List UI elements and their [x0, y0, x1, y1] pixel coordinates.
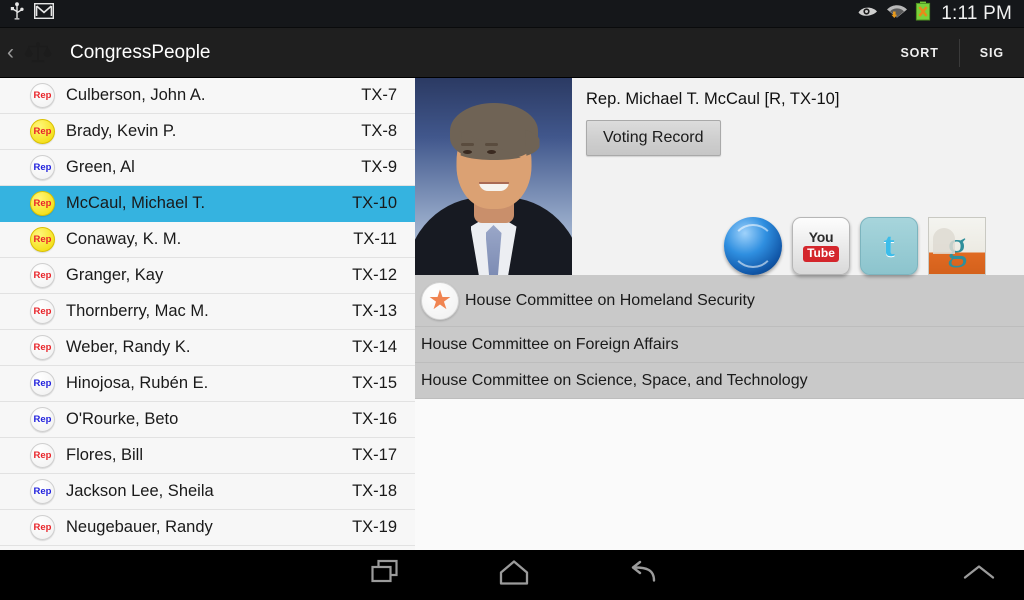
party-chamber-badge: Rep [30, 407, 55, 432]
scales-of-justice-icon[interactable] [19, 34, 57, 72]
member-name: O'Rourke, Beto [66, 410, 179, 428]
website-globe-icon[interactable] [724, 217, 782, 275]
member-district: TX-16 [352, 410, 397, 428]
member-name: Culberson, John A. [66, 86, 206, 104]
voting-record-button[interactable]: Voting Record [586, 120, 721, 156]
android-screen: 1:11 PM ‹ CongressPeople SORT SIG Rep Cu… [0, 0, 1024, 600]
list-item[interactable]: Rep Hinojosa, Rubén E. TX-15 [0, 366, 415, 402]
action-bar: ‹ CongressPeople SORT SIG [0, 28, 1024, 78]
member-name: Green, Al [66, 158, 135, 176]
committee-name: House Committee on Homeland Security [465, 291, 755, 309]
list-item[interactable]: Rep Green, Al TX-9 [0, 150, 415, 186]
detail-info: Rep. Michael T. McCaul [R, TX-10] Voting… [572, 78, 1024, 275]
member-district: TX-17 [352, 446, 397, 464]
member-district: TX-9 [361, 158, 397, 176]
back-icon[interactable] [628, 560, 658, 591]
member-district: TX-10 [352, 194, 397, 212]
portrait-photo [415, 78, 572, 275]
eye-icon [857, 4, 879, 23]
system-navigation-bar [0, 550, 1024, 600]
list-item[interactable]: Rep Neugebauer, Randy TX-19 [0, 510, 415, 546]
detail-pane: Rep. Michael T. McCaul [R, TX-10] Voting… [415, 78, 1024, 550]
member-district: TX-14 [352, 338, 397, 356]
member-district: TX-19 [352, 518, 397, 536]
party-chamber-badge: Rep [30, 119, 55, 144]
external-links: You Tube t g [724, 217, 986, 275]
action-bar-actions: SORT SIG [880, 28, 1024, 77]
member-district: TX-8 [361, 122, 397, 140]
member-district: TX-12 [352, 266, 397, 284]
member-district: TX-18 [352, 482, 397, 500]
member-name: Hinojosa, Rubén E. [66, 374, 209, 392]
member-name: McCaul, Michael T. [66, 194, 206, 212]
list-item[interactable]: Rep Granger, Kay TX-12 [0, 258, 415, 294]
content-area: Rep Culberson, John A. TX-7 Rep Brady, Kevin… [0, 78, 1024, 550]
party-chamber-badge: Rep [30, 371, 55, 396]
youtube-icon[interactable]: You Tube [792, 217, 850, 275]
party-chamber-badge: Rep [30, 479, 55, 504]
committee-item[interactable]: House Committee on Science, Space, and T… [415, 363, 1024, 399]
member-name: Jackson Lee, Sheila [66, 482, 214, 500]
committee-name: House Committee on Science, Space, and T… [421, 371, 808, 389]
committee-item[interactable]: ★ House Committee on Homeland Security [415, 275, 1024, 327]
detail-header: Rep. Michael T. McCaul [R, TX-10] Voting… [415, 78, 1024, 275]
expand-chevron-up-icon[interactable] [962, 563, 996, 588]
committee-name: House Committee on Foreign Affairs [421, 335, 679, 353]
wifi-download-icon [886, 2, 908, 25]
party-chamber-badge: Rep [30, 155, 55, 180]
member-district: TX-11 [353, 230, 397, 248]
member-name: Conaway, K. M. [66, 230, 182, 248]
member-name: Granger, Kay [66, 266, 164, 284]
up-caret-icon[interactable]: ‹ [0, 42, 19, 63]
member-name: Neugebauer, Randy [66, 518, 213, 536]
party-chamber-badge: Rep [30, 83, 55, 108]
party-chamber-badge: Rep [30, 263, 55, 288]
list-item[interactable]: Rep McCaul, Michael T. TX-10 [0, 186, 415, 222]
member-district: TX-15 [352, 374, 397, 392]
party-chamber-badge: Rep [30, 335, 55, 360]
youtube-label-bottom: Tube [803, 246, 839, 262]
party-chamber-badge: Rep [30, 515, 55, 540]
member-district: TX-13 [352, 302, 397, 320]
list-item[interactable]: Rep Weber, Randy K. TX-14 [0, 330, 415, 366]
status-bar-system[interactable]: 1:11 PM [857, 1, 1024, 26]
party-chamber-badge: Rep [30, 227, 55, 252]
committee-list[interactable]: ★ House Committee on Homeland Security Hou… [415, 275, 1024, 399]
list-item[interactable]: Rep Jackson Lee, Sheila TX-18 [0, 474, 415, 510]
status-bar-notifications[interactable] [0, 2, 55, 25]
list-item[interactable]: Rep Conaway, K. M. TX-11 [0, 222, 415, 258]
list-item[interactable]: Rep Brady, Kevin P. TX-8 [0, 114, 415, 150]
battery-error-icon [915, 1, 931, 26]
list-item[interactable]: Rep O'Rourke, Beto TX-16 [0, 402, 415, 438]
twitter-icon[interactable]: t [860, 217, 918, 275]
govtrack-icon[interactable]: g [928, 217, 986, 275]
gmail-icon [33, 2, 55, 24]
recent-apps-icon[interactable] [370, 559, 400, 591]
party-chamber-badge: Rep [30, 299, 55, 324]
youtube-label-top: You [808, 229, 834, 246]
leadership-star-icon: ★ [421, 281, 459, 320]
member-name: Brady, Kevin P. [66, 122, 177, 140]
member-name: Thornberry, Mac M. [66, 302, 209, 320]
sig-button[interactable]: SIG [960, 28, 1024, 77]
app-title: CongressPeople [70, 41, 211, 63]
sort-button[interactable]: SORT [880, 28, 958, 77]
member-title: Rep. Michael T. McCaul [R, TX-10] [586, 90, 840, 108]
twitter-label: t [883, 227, 895, 264]
party-chamber-badge: Rep [30, 191, 55, 216]
committee-item[interactable]: House Committee on Foreign Affairs [415, 327, 1024, 363]
member-name: Weber, Randy K. [66, 338, 191, 356]
status-bar-clock: 1:11 PM [941, 2, 1012, 24]
usb-icon [9, 2, 25, 25]
capitol-dome-icon [933, 228, 955, 254]
member-district: TX-7 [361, 86, 397, 104]
member-name: Flores, Bill [66, 446, 144, 464]
list-item[interactable]: Rep Thornberry, Mac M. TX-13 [0, 294, 415, 330]
party-chamber-badge: Rep [30, 443, 55, 468]
home-icon[interactable] [498, 559, 530, 592]
list-item[interactable]: Rep Flores, Bill TX-17 [0, 438, 415, 474]
list-item[interactable]: Rep Culberson, John A. TX-7 [0, 78, 415, 114]
status-bar: 1:11 PM [0, 0, 1024, 28]
congresspeople-list[interactable]: Rep Culberson, John A. TX-7 Rep Brady, Kevin… [0, 78, 415, 550]
